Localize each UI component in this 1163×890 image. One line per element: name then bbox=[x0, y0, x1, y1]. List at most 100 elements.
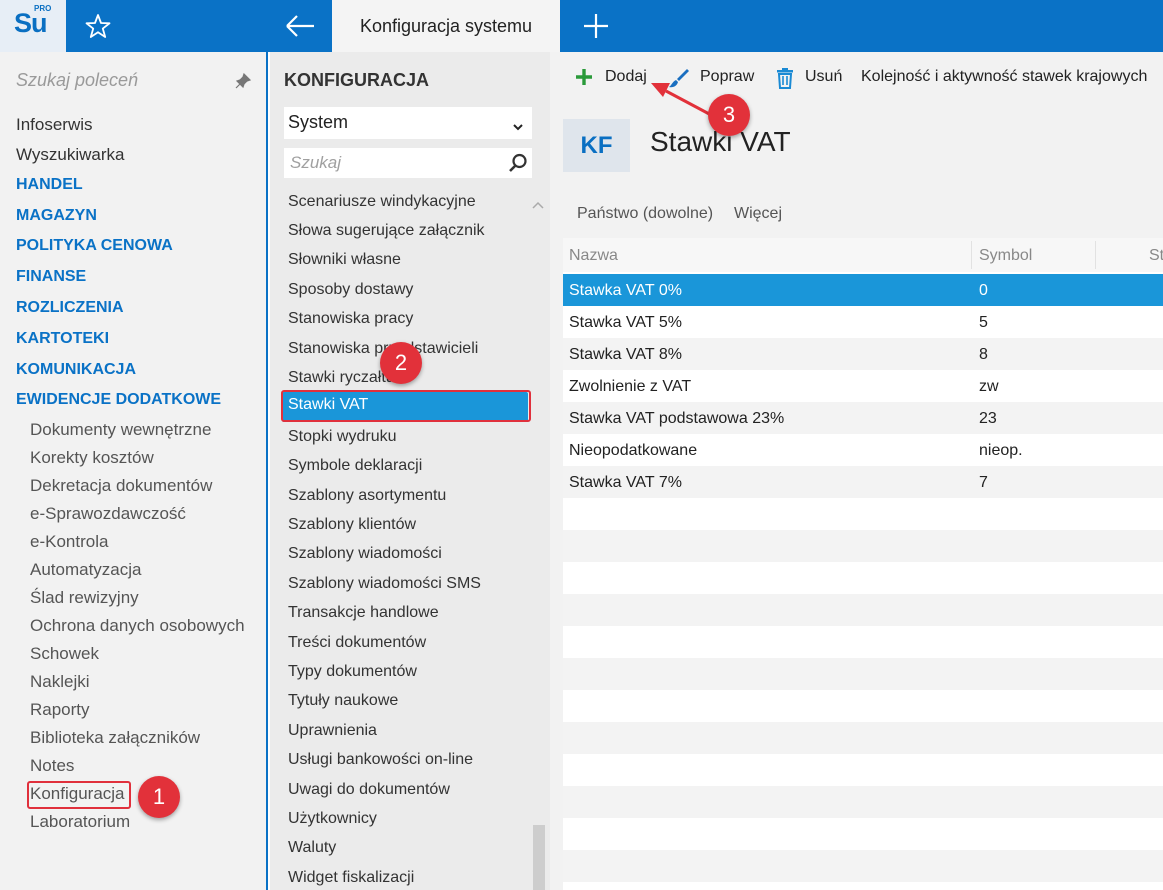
config-item[interactable]: Stawki ryczałtu bbox=[288, 369, 395, 387]
cell-symbol: 7 bbox=[979, 474, 988, 491]
nav-section-kartoteki[interactable]: KARTOTEKI bbox=[16, 330, 109, 348]
config-item[interactable]: Słowniki własne bbox=[288, 251, 401, 269]
nav-section-handel[interactable]: HANDEL bbox=[16, 176, 83, 194]
config-item[interactable]: Użytkownicy bbox=[288, 810, 377, 828]
column-divider bbox=[1095, 241, 1096, 269]
config-item[interactable]: Usługi bankowości on-line bbox=[288, 751, 473, 769]
pin-icon[interactable] bbox=[234, 72, 252, 90]
config-item[interactable]: Sposoby dostawy bbox=[288, 281, 413, 299]
order-activity-button[interactable]: Kolejność i aktywność stawek krajowych bbox=[861, 66, 1161, 92]
table-row[interactable]: Zwolnienie z VAT zw bbox=[563, 370, 1163, 402]
plus-icon[interactable] bbox=[578, 8, 614, 44]
config-search-input[interactable] bbox=[284, 148, 532, 178]
search-icon[interactable] bbox=[508, 153, 528, 173]
nav-sub-item[interactable]: Dekretacja dokumentów bbox=[30, 476, 212, 496]
config-item[interactable]: Widget fiskalizacji bbox=[288, 869, 414, 887]
edit-button[interactable]: Popraw bbox=[668, 66, 758, 92]
table-header: Nazwa Symbol St bbox=[563, 238, 1163, 272]
app-logo[interactable]: Su PRO bbox=[0, 0, 66, 52]
add-button-label: Dodaj bbox=[605, 68, 647, 85]
main-content: Dodaj Popraw Usuń Kolejność i aktywność … bbox=[550, 52, 1163, 890]
nav-section-polityka-cenowa[interactable]: POLITYKA CENOWA bbox=[16, 237, 173, 255]
nav-sub-item[interactable]: Naklejki bbox=[30, 672, 90, 692]
config-item[interactable]: Transakcje handlowe bbox=[288, 604, 439, 622]
plus-icon bbox=[576, 69, 592, 85]
cell-nazwa: Stawka VAT podstawowa 23% bbox=[569, 410, 785, 427]
config-item[interactable]: Słowa sugerujące załącznik bbox=[288, 222, 485, 240]
config-item[interactable]: Szablony wiadomości SMS bbox=[288, 575, 481, 593]
more-filter[interactable]: Więcej bbox=[734, 205, 782, 223]
nav-sub-item[interactable]: Dokumenty wewnętrzne bbox=[30, 420, 211, 440]
empty-row bbox=[563, 786, 1163, 818]
config-group-value: System bbox=[288, 112, 349, 132]
arrow-left-icon[interactable] bbox=[282, 10, 318, 42]
config-title: KONFIGURACJA bbox=[284, 70, 430, 90]
column-header-status[interactable]: St bbox=[1149, 247, 1163, 265]
config-item[interactable]: Waluty bbox=[288, 839, 336, 857]
empty-row bbox=[563, 722, 1163, 754]
trash-icon bbox=[777, 68, 793, 89]
cell-nazwa: Stawka VAT 5% bbox=[569, 314, 682, 331]
config-item[interactable]: Typy dokumentów bbox=[288, 663, 417, 681]
nav-section-magazyn[interactable]: MAGAZYN bbox=[16, 207, 97, 225]
column-header-symbol[interactable]: Symbol bbox=[979, 247, 1032, 265]
logo-badge: PRO bbox=[34, 4, 52, 13]
nav-sub-item[interactable]: Raporty bbox=[30, 700, 90, 720]
star-icon[interactable] bbox=[80, 10, 116, 42]
config-group-select[interactable]: System bbox=[284, 107, 532, 139]
scroll-up-icon[interactable] bbox=[532, 197, 544, 209]
nav-sub-item[interactable]: Automatyzacja bbox=[30, 560, 142, 580]
highlight-stawki-vat bbox=[281, 390, 531, 422]
empty-row bbox=[563, 530, 1163, 562]
config-item[interactable]: Stopki wydruku bbox=[288, 428, 397, 446]
config-item[interactable]: Szablony wiadomości bbox=[288, 545, 442, 563]
tab-konfiguracja-systemu[interactable]: Konfiguracja systemu bbox=[332, 0, 560, 52]
nav-sub-item[interactable]: Biblioteka załączników bbox=[30, 728, 200, 748]
nav-sub-item[interactable]: Ochrona danych osobowych bbox=[30, 616, 245, 636]
nav-section-komunikacja[interactable]: KOMUNIKACJA bbox=[16, 361, 136, 379]
delete-button[interactable]: Usuń bbox=[775, 66, 845, 92]
nav-sub-item[interactable]: Laboratorium bbox=[30, 812, 130, 832]
config-item[interactable]: Treści dokumentów bbox=[288, 634, 426, 652]
config-item[interactable]: Szablony klientów bbox=[288, 516, 416, 534]
cell-nazwa: Stawka VAT 8% bbox=[569, 346, 682, 363]
config-item[interactable]: Stanowiska pracy bbox=[288, 310, 413, 328]
command-search-input[interactable]: Szukaj poleceń bbox=[16, 70, 138, 91]
nav-sub-item[interactable]: Korekty kosztów bbox=[30, 448, 154, 468]
cell-symbol: nieop. bbox=[979, 442, 1023, 459]
table-row[interactable]: Stawka VAT 7% 7 bbox=[563, 466, 1163, 498]
config-item[interactable]: Tytuły naukowe bbox=[288, 692, 398, 710]
callout-badge-3: 3 bbox=[708, 94, 750, 136]
config-item[interactable]: Uprawnienia bbox=[288, 722, 377, 740]
nav-sub-item[interactable]: e-Sprawozdawczość bbox=[30, 504, 186, 524]
column-header-nazwa[interactable]: Nazwa bbox=[569, 247, 618, 265]
table-row[interactable]: Stawka VAT podstawowa 23% 23 bbox=[563, 402, 1163, 434]
nav-item-infoserwis[interactable]: Infoserwis bbox=[16, 115, 93, 135]
cell-symbol: zw bbox=[979, 378, 999, 395]
brush-icon bbox=[669, 69, 689, 88]
cell-nazwa: Nieopodatkowane bbox=[569, 442, 698, 459]
country-filter[interactable]: Państwo (dowolne) bbox=[577, 205, 713, 223]
nav-section-rozliczenia[interactable]: ROZLICZENIA bbox=[16, 299, 124, 317]
table-row[interactable]: Stawka VAT 0% 0 bbox=[563, 274, 1163, 306]
nav-sub-item[interactable]: Schowek bbox=[30, 644, 99, 664]
table-row[interactable]: Nieopodatkowane nieop. bbox=[563, 434, 1163, 466]
nav-sub-item-konfiguracja[interactable]: Konfiguracja bbox=[30, 784, 125, 804]
empty-row bbox=[563, 850, 1163, 882]
nav-section-ewidencje-dodatkowe[interactable]: EWIDENCJE DODATKOWE bbox=[16, 391, 221, 409]
nav-sub-item[interactable]: Notes bbox=[30, 756, 74, 776]
callout-badge-1: 1 bbox=[138, 776, 180, 818]
nav-sub-item[interactable]: Ślad rewizyjny bbox=[30, 588, 139, 608]
config-item[interactable]: Symbole deklaracji bbox=[288, 457, 422, 475]
add-button[interactable]: Dodaj bbox=[574, 66, 654, 92]
config-item[interactable]: Scenariusze windykacyjne bbox=[288, 193, 476, 211]
cell-nazwa: Stawka VAT 0% bbox=[569, 282, 682, 299]
table-row[interactable]: Stawka VAT 5% 5 bbox=[563, 306, 1163, 338]
table-row[interactable]: Stawka VAT 8% 8 bbox=[563, 338, 1163, 370]
config-item[interactable]: Szablony asortymentu bbox=[288, 487, 446, 505]
nav-item-wyszukiwarka[interactable]: Wyszukiwarka bbox=[16, 145, 124, 165]
nav-sub-item[interactable]: e-Kontrola bbox=[30, 532, 108, 552]
nav-section-finanse[interactable]: FINANSE bbox=[16, 268, 86, 286]
config-item[interactable]: Uwagi do dokumentów bbox=[288, 781, 450, 799]
scrollbar-thumb[interactable] bbox=[533, 825, 545, 890]
